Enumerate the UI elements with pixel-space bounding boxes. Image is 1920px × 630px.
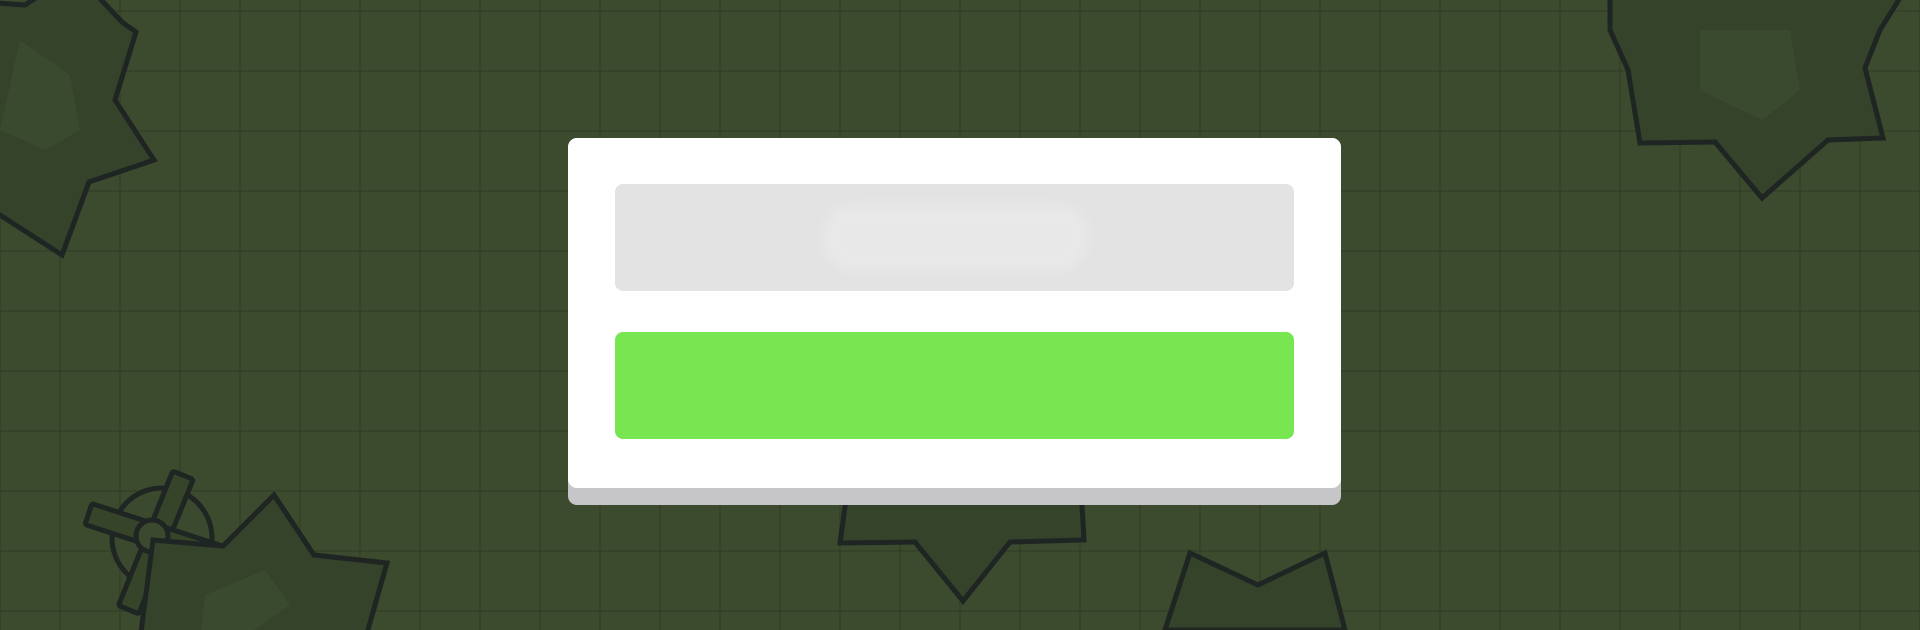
menu-panel: [568, 138, 1341, 488]
star-shape-top-right: [1607, 0, 1902, 202]
star-shape-top-left: [0, 0, 158, 259]
play-button[interactable]: [615, 332, 1294, 439]
star-shape-bottom-right: [1162, 549, 1348, 630]
blurred-name-text: [823, 205, 1088, 271]
